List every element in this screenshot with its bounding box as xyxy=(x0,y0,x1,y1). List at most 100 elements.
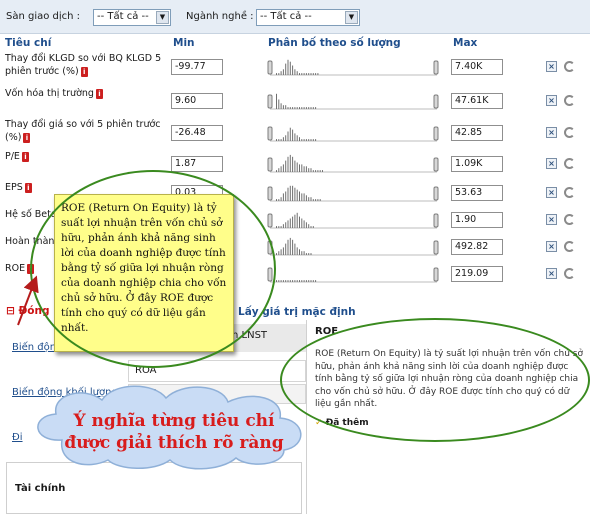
max-input[interactable]: 492.82 xyxy=(451,239,503,255)
histogram-bar xyxy=(299,164,300,172)
distribution-histogram[interactable] xyxy=(266,153,441,175)
distribution-histogram[interactable] xyxy=(266,90,441,112)
histogram-bar xyxy=(278,139,280,141)
industry-select[interactable]: -- Tất cả -- ▼ xyxy=(256,9,360,26)
refresh-icon[interactable] xyxy=(564,214,575,225)
criteria-row: Vốn hóa thị trường i 9.60 47.61K × xyxy=(0,87,590,115)
histogram-bar xyxy=(303,166,305,172)
chevron-down-icon: ▼ xyxy=(156,11,169,24)
histogram-bar xyxy=(301,107,303,109)
remove-criteria-icon[interactable]: × xyxy=(546,158,557,169)
histogram-bar xyxy=(287,220,289,228)
histogram-bar xyxy=(292,185,294,201)
histogram-bar xyxy=(301,193,303,201)
remove-criteria-icon[interactable]: × xyxy=(546,268,557,279)
histogram-bar xyxy=(296,71,298,75)
max-input[interactable]: 219.09 xyxy=(451,266,503,282)
max-input[interactable]: 47.61K xyxy=(451,93,503,109)
histogram-bar xyxy=(308,197,310,201)
histogram-bar xyxy=(303,73,305,75)
histogram-bar xyxy=(280,166,282,172)
remove-criteria-icon[interactable]: × xyxy=(546,127,557,138)
refresh-icon[interactable] xyxy=(564,61,575,72)
info-icon[interactable]: i xyxy=(80,66,88,77)
histogram-bar xyxy=(276,139,277,141)
histogram-bar xyxy=(296,212,298,228)
remove-criteria-icon[interactable]: × xyxy=(546,214,557,225)
histogram-bar xyxy=(289,218,291,228)
min-input[interactable]: 1.87 xyxy=(171,156,223,172)
callout-text: Ý nghĩa từng tiêu chí được giải thích rõ… xyxy=(54,410,294,454)
histogram-bar xyxy=(292,216,294,228)
histogram-bar xyxy=(312,199,314,201)
histogram-bar xyxy=(303,193,305,201)
refresh-icon[interactable] xyxy=(564,187,575,198)
max-input[interactable]: 1.90 xyxy=(451,212,503,228)
histogram-bar xyxy=(282,137,284,141)
distribution-histogram[interactable] xyxy=(266,263,441,285)
link-other[interactable]: Đi xyxy=(12,432,23,443)
min-input[interactable]: 9.60 xyxy=(171,93,223,109)
histogram-bar xyxy=(285,160,287,172)
histogram-bar xyxy=(296,135,298,141)
criteria-label-text: EPS xyxy=(5,182,23,193)
histogram-bar xyxy=(287,239,289,255)
refresh-icon[interactable] xyxy=(564,158,575,169)
refresh-icon[interactable] xyxy=(564,241,575,252)
distribution-histogram[interactable] xyxy=(266,56,441,78)
max-input[interactable]: 7.40K xyxy=(451,59,503,75)
info-icon[interactable]: i xyxy=(23,132,31,143)
tab-finance-label: Tài chính xyxy=(15,483,66,494)
histogram-bar xyxy=(287,131,289,141)
column-header-distribution: Phân bố theo số lượng xyxy=(268,37,401,49)
histogram-bar xyxy=(299,249,300,255)
max-input[interactable]: 53.63 xyxy=(451,185,503,201)
refresh-icon[interactable] xyxy=(564,95,575,106)
industry-label: Ngành nghề : xyxy=(186,11,254,22)
histogram-bar xyxy=(289,61,291,75)
range-handle xyxy=(267,94,273,109)
distribution-histogram[interactable] xyxy=(266,122,441,144)
histogram-bar xyxy=(287,59,289,75)
refresh-icon[interactable] xyxy=(564,127,575,138)
histogram-bar xyxy=(310,139,312,141)
histogram-bar xyxy=(296,247,298,255)
range-handle xyxy=(433,94,439,109)
exchange-select[interactable]: -- Tất cả -- ▼ xyxy=(93,9,171,26)
range-handle xyxy=(433,213,439,228)
histogram-bar xyxy=(305,253,307,255)
histogram-bar xyxy=(296,280,298,282)
range-handle xyxy=(433,186,439,201)
criteria-label-text: ROE xyxy=(5,263,26,274)
remove-criteria-icon[interactable]: × xyxy=(546,95,557,106)
histogram-bar xyxy=(296,107,298,109)
histogram-bar xyxy=(276,253,277,255)
histogram-bar xyxy=(305,166,307,172)
histogram-bar xyxy=(305,73,307,75)
remove-criteria-icon[interactable]: × xyxy=(546,187,557,198)
range-handle xyxy=(433,267,439,282)
refresh-icon[interactable] xyxy=(564,268,575,279)
criteria-label: Vốn hóa thị trường i xyxy=(5,87,170,100)
distribution-histogram[interactable] xyxy=(266,209,441,231)
min-input[interactable]: -26.48 xyxy=(171,125,223,141)
histogram-bar xyxy=(276,199,277,201)
max-input[interactable]: 1.09K xyxy=(451,156,503,172)
info-icon[interactable]: i xyxy=(95,88,103,99)
remove-criteria-icon[interactable]: × xyxy=(546,241,557,252)
distribution-histogram[interactable] xyxy=(266,182,441,204)
remove-criteria-icon[interactable]: × xyxy=(546,61,557,72)
histogram-bar xyxy=(315,170,317,172)
info-icon[interactable]: i xyxy=(21,151,29,162)
histogram-bar xyxy=(303,107,305,109)
industry-select-value: -- Tất cả -- xyxy=(260,11,312,22)
max-input[interactable]: 42.85 xyxy=(451,125,503,141)
histogram-bar xyxy=(305,107,307,109)
min-input[interactable]: -99.77 xyxy=(171,59,223,75)
histogram-bar xyxy=(301,280,303,282)
histogram-bar xyxy=(294,280,296,282)
info-icon[interactable]: i xyxy=(24,182,32,193)
histogram-bar xyxy=(282,280,284,282)
distribution-histogram[interactable] xyxy=(266,236,441,258)
histogram-bar xyxy=(305,280,307,282)
